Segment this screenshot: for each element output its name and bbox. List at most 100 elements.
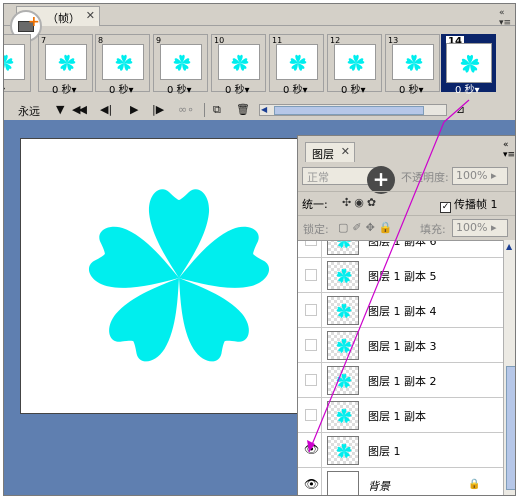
visibility-toggle[interactable]: 👁 [300,433,322,468]
layer-row[interactable]: 图层 1 副本 3 [298,328,503,363]
blend-row: 正常 不透明度: 100% ▸ [298,165,515,189]
layer-thumbnail [327,471,359,495]
flower-thumbnail [460,54,480,74]
scroll-up-icon[interactable]: ▲ [506,242,512,251]
tween-icon[interactable]: ∞∘ [178,103,194,116]
frame-strip: 秒▾ 70 秒▾80 秒▾90 秒▾100 秒▾110 秒▾120 秒▾130 秒… [4,34,515,96]
animation-frame[interactable]: 80 秒▾ [95,34,150,96]
frame-thumbnail [45,44,87,80]
delete-frame-icon[interactable]: 🗑 [236,103,250,116]
frame-duration-select[interactable]: 0 秒▾ [399,81,424,96]
frame-thumbnail [160,44,202,80]
lock-row: 锁定: ▢✐✥🔒 填充: 100% ▸ [298,215,515,239]
animation-frame[interactable]: 10 0 秒▾ [211,34,266,96]
play-icon[interactable]: ▶ [130,103,138,116]
frame-duration-select[interactable]: 秒▾ [4,81,5,96]
layer-scrollbar[interactable]: ▲ [503,240,515,495]
layer-name: 图层 1 副本 3 [368,340,437,353]
scrollbar-thumb[interactable] [274,106,424,115]
opacity-label: 不透明度: [401,171,449,184]
visibility-toggle[interactable]: 👁 [300,468,322,495]
next-frame-icon[interactable]: |▶ [152,103,164,116]
previous-frame-icon[interactable]: ◀| [100,103,112,116]
frame-thumbnail [218,44,260,80]
flower-image [89,189,269,362]
frame-scrollbar[interactable]: ◀ [259,104,447,116]
flower-icon [173,54,191,71]
scroll-left-icon[interactable]: ◀ [261,105,267,114]
frame-thumbnail [4,44,25,80]
frame-duration-select[interactable]: 0 秒▾ [52,81,77,96]
visibility-box [305,241,317,246]
layer-row[interactable]: 图层 1 副本 5 [298,258,503,293]
flower-thumbnail [336,443,352,459]
visibility-box [305,269,317,281]
frame-duration-select[interactable]: 0 秒▾ [225,81,250,96]
fill-field[interactable]: 100% ▸ [452,219,508,237]
visibility-toggle[interactable] [300,328,322,363]
blend-mode-value: 正常 [307,171,329,184]
layer-row[interactable]: 图层 1 副本 2 [298,363,503,398]
layer-row[interactable]: 图层 1 副本 6 [298,240,503,258]
flower-thumbnail [173,54,191,72]
flower-icon [4,54,14,71]
visibility-toggle[interactable] [300,363,322,398]
animation-frame[interactable]: 13 0 秒▾ [385,34,440,96]
layer-name: 图层 1 副本 [368,410,426,423]
frame-thumbnail [102,44,144,80]
opacity-value: 100% [456,169,488,182]
check-icon: ✓ [440,202,451,213]
flower-thumbnail [289,54,307,72]
panel-menu-icon[interactable]: «▾≡ [503,140,515,160]
layer-row[interactable]: 👁 图层 1 [298,433,503,468]
fill-value: 100% [456,221,488,234]
layers-panel: 图层 ✕ «▾≡ 正常 不透明度: 100% ▸ + 统一: ✣◉✿ ✓ 传播帧 … [297,135,515,495]
document-canvas[interactable] [20,138,303,414]
flower-thumbnail [58,54,76,72]
flower-icon [115,54,133,71]
frame-duration-select[interactable]: 0 秒▾ [109,81,134,96]
layer-name: 图层 1 副本 6 [368,240,437,248]
frame-duration-select[interactable]: 0 秒▾ [167,81,192,96]
flower-thumbnail [347,54,365,72]
scrollbar-thumb[interactable] [506,366,515,490]
layer-thumbnail [327,401,359,430]
frame-duration-select[interactable]: 0 秒▾ [341,81,366,96]
frame-duration-select[interactable]: 0 秒▾ [455,81,480,96]
propagate-label: 传播帧 1 [454,198,498,211]
animation-frame[interactable]: 12 0 秒▾ [327,34,382,96]
loop-select[interactable]: 永远 [18,103,40,119]
lock-options-icon[interactable]: ▢✐✥🔒 [338,221,397,234]
layer-thumbnail [327,296,359,325]
first-frame-icon[interactable]: ◀◀ [72,103,87,116]
duplicate-frame-icon[interactable]: ⧉ [213,103,221,117]
flower-icon [405,54,423,71]
visibility-toggle[interactable] [300,258,322,293]
animation-frame[interactable]: 14 0 秒▾ [441,34,496,96]
opacity-field[interactable]: 100% ▸ [452,167,508,185]
animation-frame[interactable]: 11 0 秒▾ [269,34,324,96]
unify-position-icon[interactable]: ✣◉✿ [342,196,379,209]
dropdown-arrow-icon[interactable]: ▼ [56,103,64,116]
visibility-toggle[interactable] [300,241,322,258]
close-icon[interactable]: ✕ [86,9,95,22]
resize-handle-icon[interactable]: ⊿ [456,103,465,116]
layer-row[interactable]: 👁 背景 🔒 [298,468,503,495]
frame-duration-select[interactable]: 0 秒▾ [283,81,308,96]
animation-frame[interactable]: 秒▾ [4,34,31,96]
visibility-toggle[interactable] [300,293,322,328]
panel-menu-icon[interactable]: «▾≡ [499,8,511,28]
animation-tab-bar: （帧） ✕ «▾≡ [4,4,515,28]
propagate-frame-checkbox[interactable]: ✓ 传播帧 1 [440,196,498,213]
layers-tab[interactable]: 图层 ✕ [305,142,355,162]
fill-label: 填充: [420,223,446,236]
close-icon[interactable]: ✕ [341,145,350,158]
flower-icon [289,54,307,71]
layer-row[interactable]: 图层 1 副本 [298,398,503,433]
layers-tab-label: 图层 [312,148,334,161]
animation-frame[interactable]: 70 秒▾ [38,34,93,96]
blend-mode-select[interactable]: 正常 [302,167,376,185]
visibility-toggle[interactable] [300,398,322,433]
animation-frame[interactable]: 90 秒▾ [153,34,208,96]
layer-row[interactable]: 图层 1 副本 4 [298,293,503,328]
